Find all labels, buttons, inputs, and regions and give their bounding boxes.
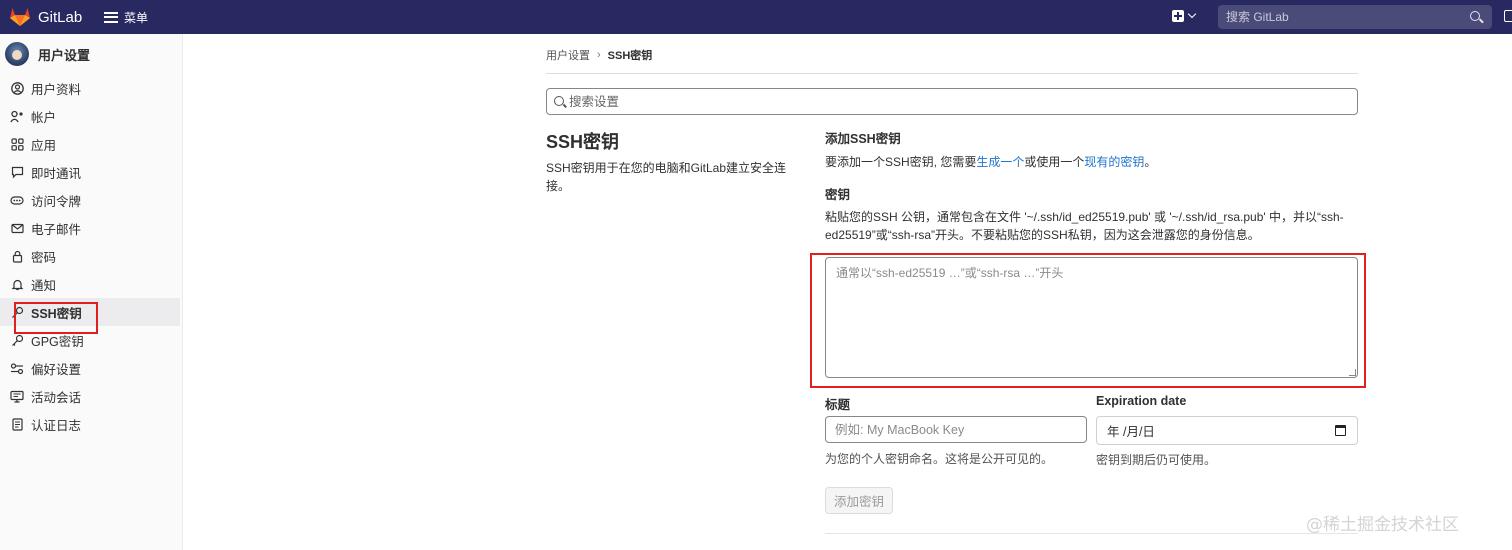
sidebar-item-label: 偏好设置 [31,362,82,377]
mail-icon [10,221,24,235]
global-search-input[interactable] [1218,5,1492,29]
annotation-highlight-box [810,253,1366,388]
plus-icon [1172,10,1184,22]
sidebar-item-label: 密码 [31,250,57,265]
expiration-date-input[interactable]: 年 /月/日 [1096,416,1358,445]
breadcrumb-separator: › [597,49,601,61]
lock-icon [10,249,24,263]
existing-key-link[interactable]: 现有的密钥 [1084,155,1144,169]
menu-label: 菜单 [124,10,149,25]
watermark: @稀土掘金技术社区 [1306,515,1459,535]
todo-icon[interactable] [1504,10,1512,22]
calendar-icon[interactable] [1335,425,1346,436]
expiration-field-label: Expiration date [1096,394,1187,408]
search-icon [554,96,564,106]
chevron-down-icon [1187,9,1197,19]
sidebar-item-label: 用户资料 [31,82,82,97]
add-key-description: 要添加一个SSH密钥, 您需要生成一个或使用一个现有的密钥。 [825,153,1156,170]
sidebar-header[interactable]: 用户设置 [5,42,90,66]
breadcrumb-parent[interactable]: 用户设置 [546,47,590,63]
key-icon [10,333,24,347]
search-icon [1470,11,1480,21]
sidebar: 用户设置 用户资料 帐户 应用 即时通讯 访问令牌 电子邮件 密码 通知 SSH… [0,34,183,550]
breadcrumb-current[interactable]: SSH密钥 [608,47,653,63]
user-icon [10,81,24,95]
annotation-highlight-box [14,302,98,334]
add-desc-prefix: 要添加一个SSH密钥, 您需要 [825,155,977,169]
sidebar-item-access-tokens[interactable]: 访问令牌 [0,186,183,214]
key-field-help: 粘贴您的SSH 公钥，通常包含在文件 '~/.ssh/id_ed25519.pu… [825,210,1344,242]
global-search[interactable] [1218,5,1492,29]
title-input[interactable] [825,416,1087,443]
hamburger-icon [104,11,118,23]
sidebar-item-auth-log[interactable]: 认证日志 [0,410,183,438]
avatar [5,42,29,66]
sidebar-item-profile[interactable]: 用户资料 [0,74,183,102]
gitlab-logo-icon[interactable] [9,7,31,27]
token-icon [10,193,24,207]
sidebar-item-label: 通知 [31,278,57,293]
account-icon [10,109,24,123]
sidebar-title: 用户设置 [38,47,91,63]
sidebar-item-preferences[interactable]: 偏好设置 [0,354,183,382]
sidebar-item-account[interactable]: 帐户 [0,102,183,130]
sidebar-item-emails[interactable]: 电子邮件 [0,214,183,242]
sidebar-item-label: 即时通讯 [31,166,82,181]
section-description: SSH密钥用于在您的电脑和GitLab建立安全连接。 [546,161,787,193]
sidebar-item-password[interactable]: 密码 [0,242,183,270]
chat-icon [10,165,24,179]
sidebar-item-chat[interactable]: 即时通讯 [0,158,183,186]
preferences-icon [10,361,24,375]
title-field-help: 为您的个人密钥命名。这将是公开可见的。 [825,452,1054,466]
top-navbar: GitLab 菜单 [0,0,1512,34]
sidebar-item-applications[interactable]: 应用 [0,130,183,158]
sidebar-item-label: 认证日志 [31,418,82,433]
settings-search-input[interactable] [569,89,1349,114]
monitor-icon [10,389,24,403]
sidebar-item-label: 活动会话 [31,390,82,405]
page-title: SSH密钥 [546,132,620,152]
new-dropdown-button[interactable] [1172,9,1197,22]
expiration-field-help: 密钥到期后仍可使用。 [1096,453,1217,467]
brand-name[interactable]: GitLab [38,9,82,26]
add-key-heading: 添加SSH密钥 [825,132,901,146]
log-icon [10,417,24,431]
sidebar-nav: 用户资料 帐户 应用 即时通讯 访问令牌 电子邮件 密码 通知 SSH密钥 GP… [0,74,183,438]
sidebar-item-label: 帐户 [31,110,57,125]
add-key-button[interactable]: 添加密钥 [825,487,893,514]
bell-icon [10,277,24,291]
divider [825,533,1358,534]
menu-button[interactable]: 菜单 [104,8,148,26]
applications-icon [10,137,24,151]
sidebar-item-label: 应用 [31,138,57,153]
breadcrumb: 用户设置 › SSH密钥 [546,47,652,63]
title-field-label: 标题 [825,398,851,412]
add-desc-middle: 或使用一个 [1024,155,1085,169]
generate-key-link[interactable]: 生成一个 [976,155,1024,169]
sidebar-item-active-sessions[interactable]: 活动会话 [0,382,183,410]
divider [546,73,1358,74]
settings-search[interactable] [546,88,1358,115]
key-field-label: 密钥 [825,188,851,202]
add-desc-suffix: 。 [1144,155,1157,169]
sidebar-item-label: 访问令牌 [31,194,82,209]
expiration-date-value: 年 /月/日 [1107,425,1155,439]
sidebar-item-notifications[interactable]: 通知 [0,270,183,298]
sidebar-item-label: 电子邮件 [31,222,82,237]
